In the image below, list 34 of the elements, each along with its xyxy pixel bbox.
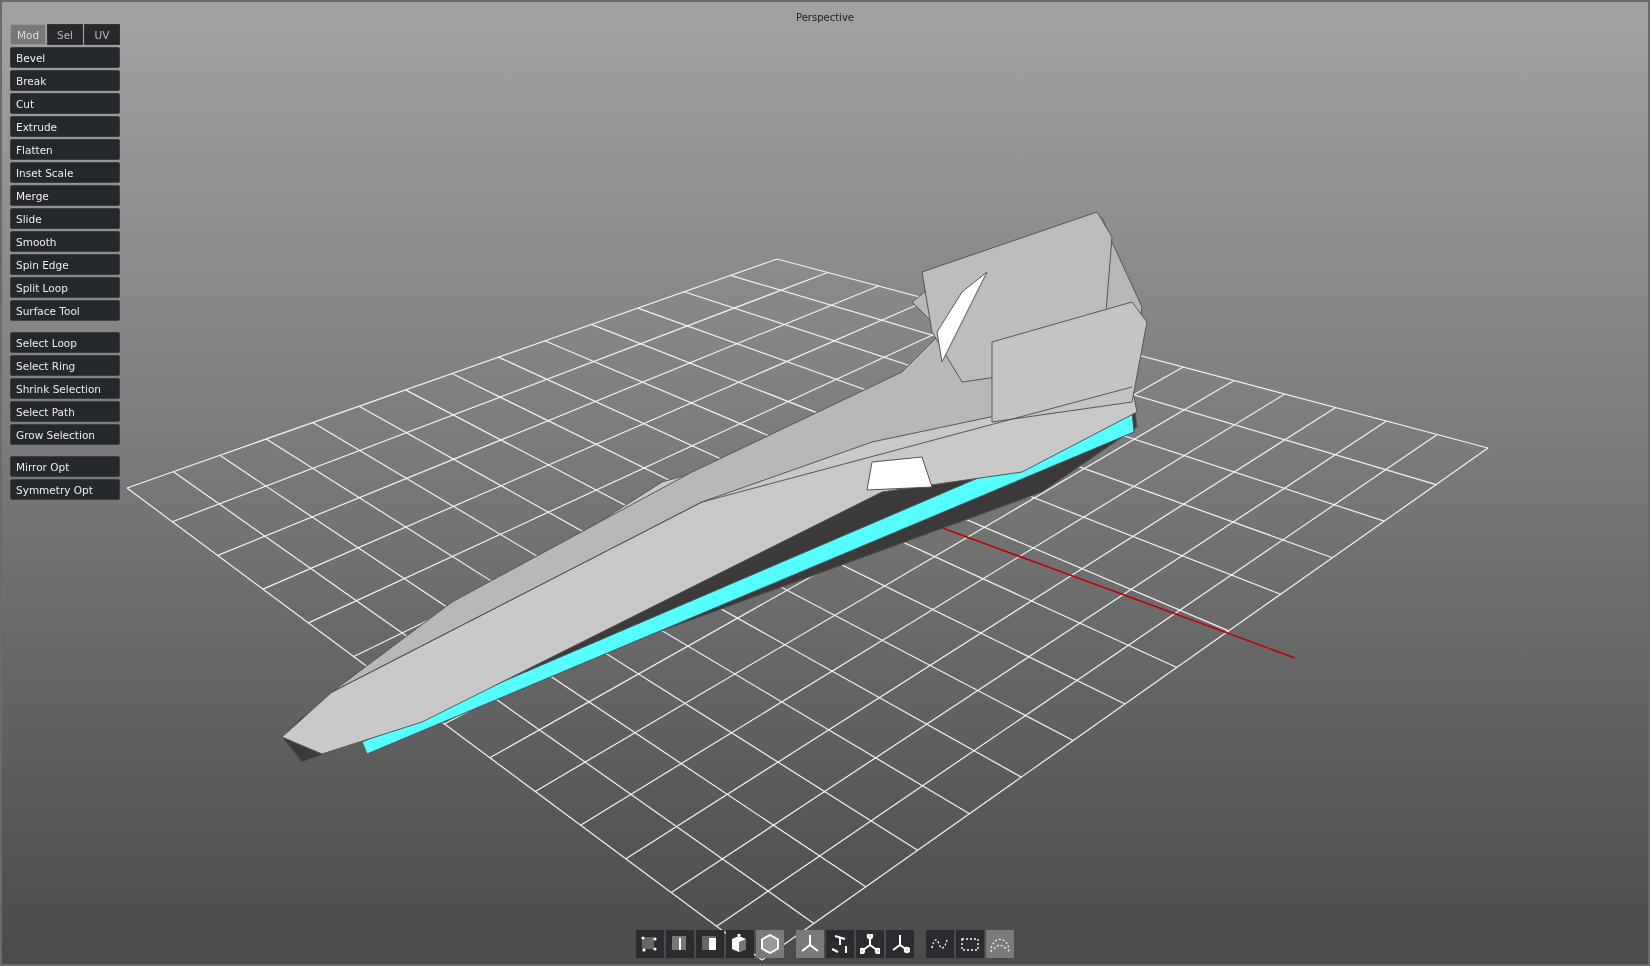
panel-tab[interactable]: UV [84, 24, 120, 45]
tool-button[interactable]: Break [10, 70, 120, 91]
tool-button[interactable]: Select Ring [10, 355, 120, 376]
tool-button[interactable]: Select Loop [10, 332, 120, 353]
tool-button[interactable]: Split Loop [10, 277, 120, 298]
toolbar-button[interactable] [666, 930, 694, 958]
tool-button[interactable]: Mirror Opt [10, 456, 120, 477]
toolbar-button[interactable] [826, 930, 854, 958]
move-gizmo-icon [800, 934, 820, 954]
toolbar-button[interactable] [726, 930, 754, 958]
scale-gizmo-icon [860, 934, 880, 954]
panel-tab[interactable]: Sel [47, 24, 83, 45]
tool-button[interactable]: Smooth [10, 231, 120, 252]
tool-button[interactable]: Bevel [10, 47, 120, 68]
tool-button[interactable]: Extrude [10, 116, 120, 137]
tool-button[interactable]: Slide [10, 208, 120, 229]
toolbar-button[interactable] [636, 930, 664, 958]
tool-button[interactable]: Symmetry Opt [10, 479, 120, 500]
hexagon-icon [760, 934, 780, 954]
tool-button[interactable]: Inset Scale [10, 162, 120, 183]
tool-button[interactable]: Select Path [10, 401, 120, 422]
tool-button[interactable]: Shrink Selection [10, 378, 120, 399]
tool-button[interactable]: Surface Tool [10, 300, 120, 321]
viewport-title: Perspective [796, 12, 854, 23]
toolbar-button[interactable] [696, 930, 724, 958]
toolbar-button[interactable] [886, 930, 914, 958]
toolbar-button[interactable] [956, 930, 984, 958]
tool-button[interactable]: Spin Edge [10, 254, 120, 275]
toolbar-button[interactable] [856, 930, 884, 958]
tool-button[interactable]: Merge [10, 185, 120, 206]
axis-gizmo-icon [890, 934, 910, 954]
tool-button[interactable]: Flatten [10, 139, 120, 160]
tool-button[interactable]: Cut [10, 93, 120, 114]
tool-button[interactable]: Grow Selection [10, 424, 120, 445]
